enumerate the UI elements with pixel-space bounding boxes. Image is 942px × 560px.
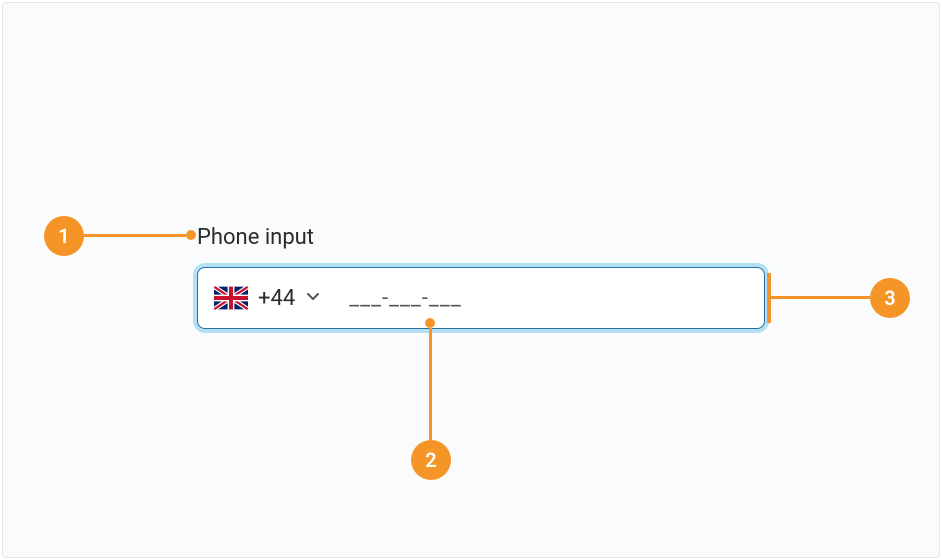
callout-badge-1: 1 — [44, 216, 84, 256]
callout-dot — [425, 318, 435, 328]
callout-badge-3: 3 — [870, 278, 910, 318]
dial-code: +44 — [258, 286, 295, 311]
example-frame: Phone input +44 ___-___-___ 1 2 — [2, 2, 940, 558]
callout-badge-2: 2 — [411, 440, 451, 480]
phone-number-field[interactable]: ___-___-___ — [349, 286, 462, 311]
callout-line — [84, 234, 186, 237]
phone-input[interactable]: +44 ___-___-___ — [197, 267, 765, 329]
field-label: Phone input — [197, 225, 314, 250]
callout-line — [429, 328, 432, 440]
chevron-down-icon — [305, 288, 321, 308]
callout-dot — [186, 230, 196, 240]
country-selector[interactable]: +44 — [214, 286, 321, 311]
uk-flag-icon — [214, 286, 248, 310]
callout-line — [768, 296, 870, 299]
